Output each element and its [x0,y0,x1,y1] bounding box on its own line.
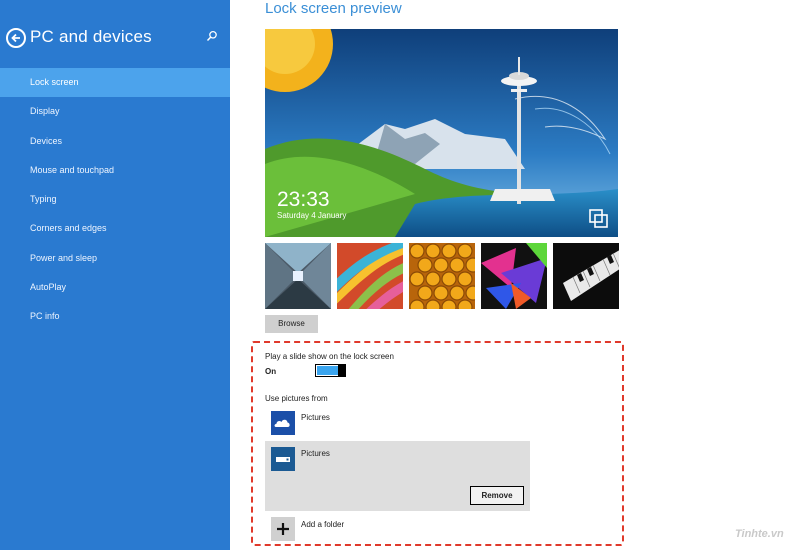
honeycomb-image [409,243,475,309]
add-folder-label: Add a folder [301,520,345,529]
lock-screen-preview: 23:33 Saturday 4 January [265,29,618,237]
sidebar-title: PC and devices [30,27,152,46]
tunnel-image [265,243,331,309]
drive-glyph [276,457,290,462]
sidebar-item-pc-info[interactable]: PC info [0,302,230,331]
add-folder-button[interactable]: Add a folder [271,515,471,541]
sidebar-item-power-and-sleep[interactable]: Power and sleep [0,244,230,273]
sidebar-item-autoplay[interactable]: AutoPlay [0,273,230,302]
lock-screen-time: 23:33 [277,188,330,211]
sidebar-item-devices[interactable]: Devices [0,127,230,156]
onedrive-icon [271,411,295,435]
remove-button[interactable]: Remove [470,486,524,505]
thumbnail-tunnel[interactable] [265,243,331,309]
sidebar: PC and devices Lock screen Display Devic… [0,0,230,550]
lock-screen-date: Saturday 4 January [277,211,347,220]
onedrive-cloud-glyph [274,419,290,427]
thumbnail-piano-keys[interactable] [553,243,619,309]
drive-icon [271,447,295,471]
piano-keys-image [553,243,619,309]
source-name: Pictures [301,413,330,422]
section-title: Lock screen preview [265,0,402,17]
plus-glyph [277,523,289,535]
slideshow-icon [589,209,608,228]
sidebar-item-lock-screen[interactable]: Lock screen [0,68,230,98]
sidebar-item-mouse-and-touchpad[interactable]: Mouse and touchpad [0,156,230,185]
toggle-fill [317,366,339,375]
thumbnail-color-shapes[interactable] [481,243,547,309]
source-onedrive-pictures[interactable]: Pictures [265,407,530,439]
slideshow-toggle-state: On [265,367,277,376]
plus-icon [271,517,295,541]
sidebar-item-corners-and-edges[interactable]: Corners and edges [0,214,230,243]
toggle-thumb[interactable] [338,365,345,376]
thumbnail-honeycomb[interactable] [409,243,475,309]
use-pictures-from-label: Use pictures from [265,394,328,403]
sidebar-header: PC and devices [0,24,230,56]
thumbnail-color-ribbons[interactable] [337,243,403,309]
color-shapes-image [481,243,547,309]
watermark: Tinhte.vn [735,528,784,540]
back-arrow-icon [11,33,20,43]
slideshow-label: Play a slide show on the lock screen [265,352,394,361]
sidebar-nav: Lock screen Display Devices Mouse and to… [0,68,230,332]
source-name: Pictures [301,449,330,458]
search-icon[interactable] [206,30,218,42]
back-button[interactable] [6,28,26,48]
sidebar-item-typing[interactable]: Typing [0,185,230,214]
browse-button[interactable]: Browse [265,315,318,333]
color-ribbons-image [337,243,403,309]
main-content: Lock screen preview 23:33 Saturday 4 Jan… [230,0,800,550]
slideshow-toggle[interactable] [315,364,346,377]
sidebar-item-display[interactable]: Display [0,97,230,126]
background-thumbnails [265,243,619,309]
